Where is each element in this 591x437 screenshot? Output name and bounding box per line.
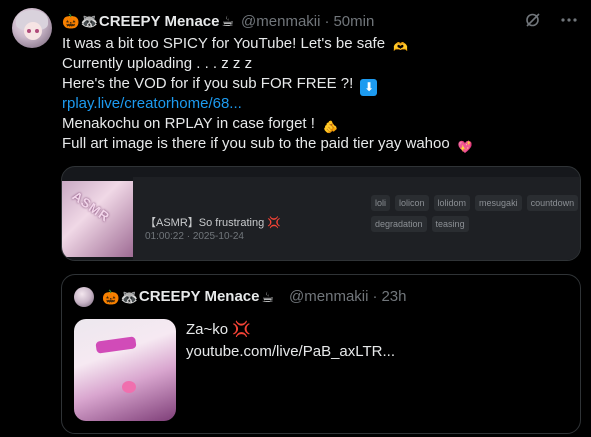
user-handle[interactable]: @menmakii (241, 13, 320, 30)
thumbnail-collar (95, 336, 137, 354)
tweet-line-3: Here's the VOD for if you sub FOR FREE ?… (62, 74, 577, 96)
video-title: 【ASMR】So frustrating 💢 (145, 217, 281, 229)
tweet-line-2: Currently uploading . . . z z z (62, 54, 577, 74)
tweet-line-5: Menakochu on RPLAY in case forget ! 🫵 (62, 114, 577, 134)
tag-item: loli (371, 195, 391, 211)
quote-header: 🎃 🦝 CREEPY Menace ☕ @menmakii · 23h (102, 288, 407, 305)
separator-dot: · (372, 288, 378, 305)
tweet-actions-top (523, 10, 579, 30)
tweet-line-5-text: Menakochu on RPLAY in case forget ! (62, 115, 315, 132)
tag-item: lolicon (395, 195, 429, 211)
pumpkin-emoji: 🎃 (102, 288, 120, 305)
tag-item: mesugaki (475, 195, 522, 211)
thumbnail-asmr-text: ASMR (69, 188, 113, 225)
thumbnail-paw (122, 381, 136, 393)
quote-handle[interactable]: @menmakii (289, 288, 368, 305)
separator-dot: · (324, 12, 330, 30)
heart-hands-emoji: 🫶 (393, 40, 409, 54)
tweet-text: It was a bit too SPICY for YouTube! Let'… (62, 34, 577, 154)
timestamp[interactable]: 50min (333, 13, 374, 30)
tweet-line-6: Full art image is there if you sub to th… (62, 134, 577, 154)
tweet-line-4: rplay.live/creatorhome/68... (62, 94, 577, 114)
tag-item: teasing (431, 216, 469, 232)
pumpkin-emoji: 🎃 (62, 13, 80, 29)
link-preview-card[interactable]: ASMR 【ASMR】So frustrating 💢 01:00:22 · 2… (61, 166, 581, 261)
down-arrow-emoji: ⬇ (360, 79, 378, 96)
rplay-link[interactable]: rplay.live/creatorhome/68... (62, 95, 242, 112)
quote-display-name[interactable]: CREEPY Menace (139, 288, 260, 305)
tweet-line-6-text: Full art image is there if you sub to th… (62, 135, 450, 152)
grok-icon-svg (526, 13, 540, 27)
video-meta: 01:00:22 · 2025-10-24 (145, 231, 244, 242)
avatar-eye-right (35, 29, 39, 33)
quote-avatar[interactable] (74, 287, 94, 307)
coffee-emoji: ☕ (261, 288, 275, 305)
tag-list: loli lolicon lolidom mesugaki countdown … (371, 195, 580, 232)
display-name[interactable]: CREEPY Menace (99, 13, 220, 30)
more-icon[interactable] (559, 10, 579, 30)
avatar-eye-left (27, 29, 31, 33)
quote-media-thumbnail[interactable] (74, 319, 176, 421)
tweet-line-1-text: It was a bit too SPICY for YouTube! Let'… (62, 35, 386, 52)
quoted-tweet[interactable]: 🎃 🦝 CREEPY Menace ☕ @menmakii · 23h Za~k… (61, 274, 581, 434)
link-preview-body: 【ASMR】So frustrating 💢 01:00:22 · 2025-1… (133, 177, 580, 260)
tag-item: lolidom (433, 195, 471, 211)
quote-timestamp[interactable]: 23h (381, 288, 406, 305)
more-icon-svg (561, 18, 577, 22)
tag-item: countdown (526, 195, 579, 211)
quote-text: Za~ko 💢 youtube.com/live/PaB_axLTR... (186, 319, 395, 363)
sparkling-heart-emoji: 💖 (457, 140, 473, 154)
link-preview-thumbnail: ASMR (62, 181, 133, 257)
tweet-line-3-text: Here's the VOD for if you sub FOR FREE ?… (62, 75, 354, 92)
quote-youtube-link[interactable]: youtube.com/live/PaB_axLTR... (186, 341, 395, 363)
tweet-header: 🎃 🦝 CREEPY Menace ☕ @menmakii · 50min (62, 11, 374, 31)
tweet-line-2-text: Currently uploading . . . z z z (62, 55, 253, 72)
grok-icon[interactable] (523, 10, 543, 30)
avatar[interactable] (12, 8, 52, 48)
tag-item: degradation (371, 216, 427, 232)
tweet-line-1: It was a bit too SPICY for YouTube! Let'… (62, 34, 577, 54)
coffee-emoji: ☕ (221, 13, 235, 29)
raccoon-emoji: 🦝 (80, 13, 98, 29)
quote-text-line-1: Za~ko 💢 (186, 321, 251, 338)
raccoon-emoji: 🦝 (120, 288, 138, 305)
